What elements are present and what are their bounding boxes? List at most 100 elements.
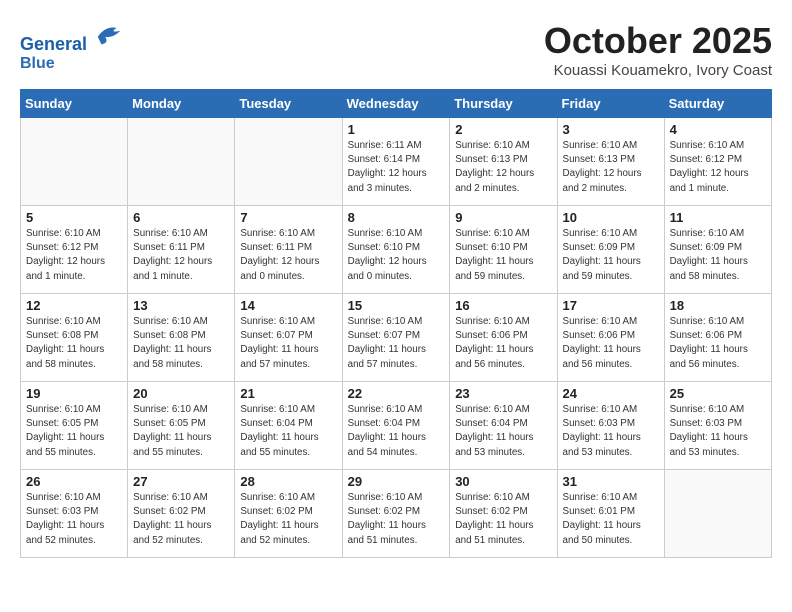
day-info: Sunrise: 6:10 AMSunset: 6:06 PMDaylight:… [455,315,551,372]
day-number: 14 [240,298,336,313]
day-info: Sunrise: 6:10 AMSunset: 6:02 PMDaylight:… [455,491,551,548]
day-number: 30 [455,474,551,489]
day-info: Sunrise: 6:10 AMSunset: 6:06 PMDaylight:… [563,315,659,372]
calendar-cell: 23Sunrise: 6:10 AMSunset: 6:04 PMDayligh… [450,382,557,470]
day-number: 15 [348,298,445,313]
calendar-cell: 20 Sunrise: 6:10 AMSunset: 6:05 PMDayligh… [128,382,235,470]
day-info: Sunrise: 6:10 AMSunset: 6:09 PMDaylight:… [563,227,659,284]
day-number: 18 [670,298,766,313]
calendar-cell: 5 Sunrise: 6:10 AMSunset: 6:12 PMDaylight… [21,206,128,294]
logo-bird-icon [94,20,124,50]
calendar-cell: 28Sunrise: 6:10 AMSunset: 6:02 PMDayligh… [235,470,342,558]
day-number: 16 [455,298,551,313]
day-info: Sunrise: 6:10 AMSunset: 6:05 PMDaylight:… [26,403,122,460]
day-number: 22 [348,386,445,401]
day-number: 24 [563,386,659,401]
logo-blue: Blue [20,55,124,73]
day-number: 12 [26,298,122,313]
calendar-week-1: 1 Sunrise: 6:11 AMSunset: 6:14 PMDaylight… [21,118,772,206]
page-header: General Blue October 2025 Kouassi Kouame… [20,20,772,79]
calendar-cell: 4 Sunrise: 6:10 AMSunset: 6:12 PMDaylight… [664,118,771,206]
day-number: 3 [563,122,659,137]
calendar-cell: 17 Sunrise: 6:10 AMSunset: 6:06 PMDayligh… [557,294,664,382]
day-info: Sunrise: 6:10 AMSunset: 6:05 PMDaylight:… [133,403,229,460]
calendar-week-3: 12 Sunrise: 6:10 AMSunset: 6:08 PMDayligh… [21,294,772,382]
day-info: Sunrise: 6:10 AMSunset: 6:10 PMDaylight:… [455,227,551,284]
calendar-cell: 18 Sunrise: 6:10 AMSunset: 6:06 PMDayligh… [664,294,771,382]
day-info: Sunrise: 6:10 AMSunset: 6:07 PMDaylight:… [348,315,445,372]
day-number: 9 [455,210,551,225]
calendar-cell: 24 Sunrise: 6:10 AMSunset: 6:03 PMDayligh… [557,382,664,470]
calendar-week-2: 5 Sunrise: 6:10 AMSunset: 6:12 PMDaylight… [21,206,772,294]
day-number: 10 [563,210,659,225]
day-number: 17 [563,298,659,313]
day-info: Sunrise: 6:10 AMSunset: 6:13 PMDaylight:… [455,139,551,196]
calendar-cell: 9 Sunrise: 6:10 AMSunset: 6:10 PMDaylight… [450,206,557,294]
calendar-cell: 26 Sunrise: 6:10 AMSunset: 6:03 PMDayligh… [21,470,128,558]
day-number: 26 [26,474,122,489]
calendar-cell: 30 Sunrise: 6:10 AMSunset: 6:02 PMDayligh… [450,470,557,558]
day-number: 28 [240,474,336,489]
day-number: 20 [133,386,229,401]
calendar-cell [664,470,771,558]
day-info: Sunrise: 6:10 AMSunset: 6:04 PMDaylight:… [240,403,336,460]
day-info: Sunrise: 6:10 AMSunset: 6:07 PMDaylight:… [240,315,336,372]
day-info: Sunrise: 6:10 AMSunset: 6:10 PMDaylight:… [348,227,445,284]
calendar-cell: 27 Sunrise: 6:10 AMSunset: 6:02 PMDayligh… [128,470,235,558]
logo-text: General [20,20,124,55]
calendar-cell: 10 Sunrise: 6:10 AMSunset: 6:09 PMDayligh… [557,206,664,294]
day-number: 8 [348,210,445,225]
day-info: Sunrise: 6:10 AMSunset: 6:13 PMDaylight:… [563,139,659,196]
day-number: 11 [670,210,766,225]
day-number: 7 [240,210,336,225]
calendar-cell: 13Sunrise: 6:10 AMSunset: 6:08 PMDayligh… [128,294,235,382]
calendar-cell: 1 Sunrise: 6:11 AMSunset: 6:14 PMDaylight… [342,118,450,206]
weekday-tuesday: Tuesday [235,90,342,118]
day-number: 1 [348,122,445,137]
day-info: Sunrise: 6:10 AMSunset: 6:11 PMDaylight:… [133,227,229,284]
calendar-cell: 22 Sunrise: 6:10 AMSunset: 6:04 PMDayligh… [342,382,450,470]
calendar-cell [21,118,128,206]
day-number: 5 [26,210,122,225]
day-info: Sunrise: 6:10 AMSunset: 6:01 PMDaylight:… [563,491,659,548]
title-area: October 2025 Kouassi Kouamekro, Ivory Co… [544,20,772,79]
weekday-wednesday: Wednesday [342,90,450,118]
calendar-cell: 11 Sunrise: 6:10 AMSunset: 6:09 PMDayligh… [664,206,771,294]
calendar-cell: 7Sunrise: 6:10 AMSunset: 6:11 PMDaylight… [235,206,342,294]
calendar-cell: 2Sunrise: 6:10 AMSunset: 6:13 PMDaylight… [450,118,557,206]
calendar-cell: 29Sunrise: 6:10 AMSunset: 6:02 PMDayligh… [342,470,450,558]
day-number: 31 [563,474,659,489]
calendar-cell: 12 Sunrise: 6:10 AMSunset: 6:08 PMDayligh… [21,294,128,382]
day-number: 27 [133,474,229,489]
calendar-cell: 3 Sunrise: 6:10 AMSunset: 6:13 PMDaylight… [557,118,664,206]
calendar-cell [235,118,342,206]
day-info: Sunrise: 6:10 AMSunset: 6:02 PMDaylight:… [133,491,229,548]
day-info: Sunrise: 6:10 AMSunset: 6:03 PMDaylight:… [563,403,659,460]
day-number: 21 [240,386,336,401]
weekday-monday: Monday [128,90,235,118]
day-info: Sunrise: 6:10 AMSunset: 6:12 PMDaylight:… [26,227,122,284]
calendar-cell: 15 Sunrise: 6:10 AMSunset: 6:07 PMDayligh… [342,294,450,382]
calendar-week-4: 19 Sunrise: 6:10 AMSunset: 6:05 PMDayligh… [21,382,772,470]
day-info: Sunrise: 6:10 AMSunset: 6:02 PMDaylight:… [348,491,445,548]
day-info: Sunrise: 6:10 AMSunset: 6:06 PMDaylight:… [670,315,766,372]
day-info: Sunrise: 6:11 AMSunset: 6:14 PMDaylight:… [348,139,445,196]
calendar-cell: 6Sunrise: 6:10 AMSunset: 6:11 PMDaylight… [128,206,235,294]
calendar-cell: 14 Sunrise: 6:10 AMSunset: 6:07 PMDayligh… [235,294,342,382]
calendar-cell: 16 Sunrise: 6:10 AMSunset: 6:06 PMDayligh… [450,294,557,382]
day-number: 4 [670,122,766,137]
day-info: Sunrise: 6:10 AMSunset: 6:12 PMDaylight:… [670,139,766,196]
weekday-header-row: SundayMondayTuesdayWednesdayThursdayFrid… [21,90,772,118]
day-info: Sunrise: 6:10 AMSunset: 6:04 PMDaylight:… [455,403,551,460]
weekday-sunday: Sunday [21,90,128,118]
day-info: Sunrise: 6:10 AMSunset: 6:04 PMDaylight:… [348,403,445,460]
calendar-cell: 31 Sunrise: 6:10 AMSunset: 6:01 PMDayligh… [557,470,664,558]
day-info: Sunrise: 6:10 AMSunset: 6:03 PMDaylight:… [26,491,122,548]
weekday-friday: Friday [557,90,664,118]
calendar-week-5: 26 Sunrise: 6:10 AMSunset: 6:03 PMDayligh… [21,470,772,558]
weekday-saturday: Saturday [664,90,771,118]
day-number: 19 [26,386,122,401]
day-info: Sunrise: 6:10 AMSunset: 6:08 PMDaylight:… [26,315,122,372]
day-info: Sunrise: 6:10 AMSunset: 6:09 PMDaylight:… [670,227,766,284]
day-number: 25 [670,386,766,401]
